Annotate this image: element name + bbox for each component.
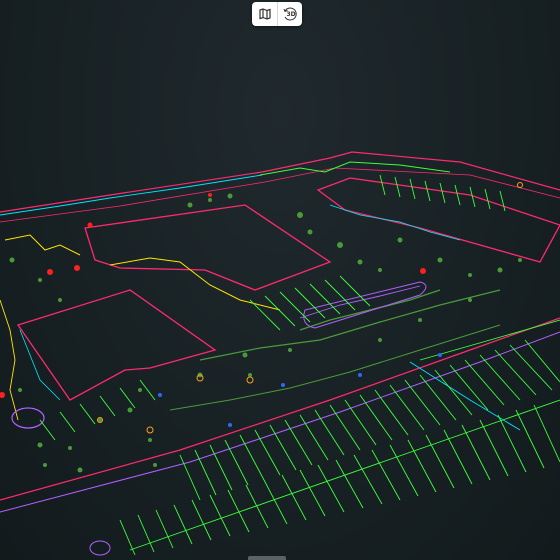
bottom-panel-handle[interactable] — [248, 556, 286, 560]
site-plan-drawing — [0, 151, 560, 556]
map-3d-viewport[interactable] — [0, 0, 560, 560]
